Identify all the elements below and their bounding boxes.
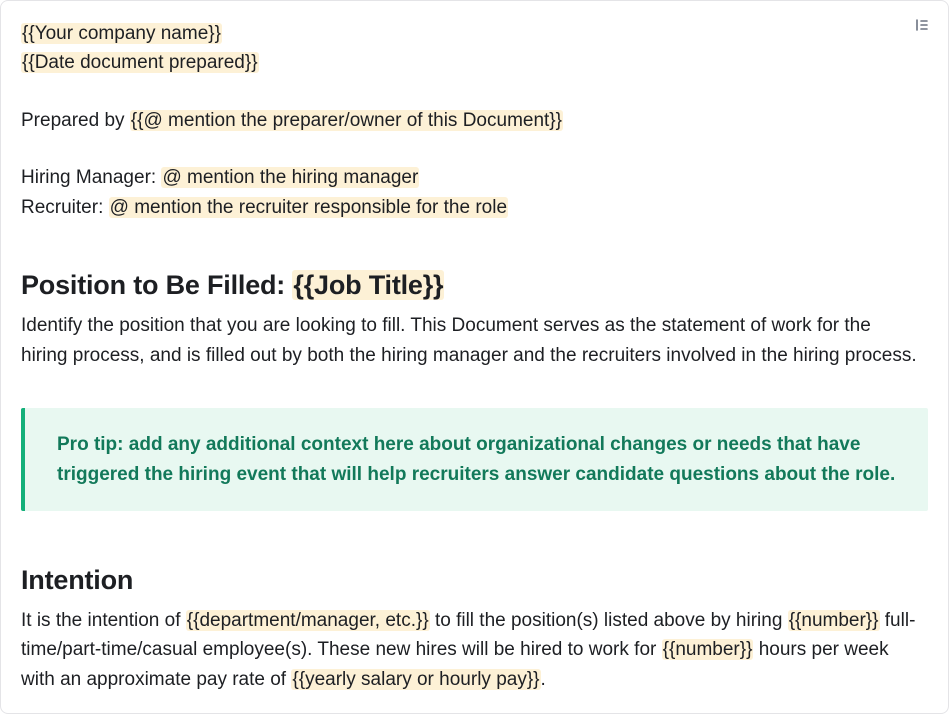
- intention-number-placeholder-1[interactable]: {{number}}: [788, 610, 880, 631]
- job-title-placeholder[interactable]: {{Job Title}}: [292, 270, 444, 300]
- company-name-line[interactable]: {{Your company name}}: [21, 19, 928, 48]
- intention-pay-placeholder[interactable]: {{yearly salary or hourly pay}}: [291, 669, 540, 690]
- pro-tip-text: Pro tip: add any additional context here…: [57, 430, 900, 489]
- recruiter-line[interactable]: Recruiter: @ mention the recruiter respo…: [21, 193, 928, 222]
- document-page: {{Your company name}} {{Date document pr…: [0, 0, 949, 714]
- hiring-manager-label: Hiring Manager:: [21, 167, 161, 188]
- prepared-by-label: Prepared by: [21, 110, 130, 131]
- company-name-placeholder[interactable]: {{Your company name}}: [21, 23, 222, 44]
- recruiter-label: Recruiter:: [21, 197, 109, 218]
- intention-text-2: to fill the position(s) listed above by …: [430, 610, 788, 631]
- position-heading[interactable]: Position to Be Filled: {{Job Title}}: [21, 270, 928, 301]
- intention-paragraph[interactable]: It is the intention of {{department/mana…: [21, 606, 921, 694]
- position-description[interactable]: Identify the position that you are looki…: [21, 311, 921, 370]
- intention-number-placeholder-2[interactable]: {{number}}: [662, 639, 754, 660]
- pro-tip-callout[interactable]: Pro tip: add any additional context here…: [21, 408, 928, 511]
- date-line[interactable]: {{Date document prepared}}: [21, 48, 928, 77]
- recruiter-placeholder[interactable]: @ mention the recruiter responsible for …: [109, 197, 508, 218]
- prepared-by-placeholder[interactable]: {{@ mention the preparer/owner of this D…: [130, 110, 563, 131]
- hiring-manager-placeholder[interactable]: @ mention the hiring manager: [161, 167, 419, 188]
- prepared-by-line[interactable]: Prepared by {{@ mention the preparer/own…: [21, 106, 928, 135]
- intention-department-placeholder[interactable]: {{department/manager, etc.}}: [186, 610, 430, 631]
- hiring-manager-line[interactable]: Hiring Manager: @ mention the hiring man…: [21, 163, 928, 192]
- position-heading-prefix: Position to Be Filled:: [21, 270, 292, 300]
- intention-heading[interactable]: Intention: [21, 565, 928, 596]
- date-placeholder[interactable]: {{Date document prepared}}: [21, 52, 259, 73]
- intention-text-1: It is the intention of: [21, 610, 186, 631]
- panel-toggle-icon[interactable]: [912, 15, 932, 35]
- intention-text-5: .: [541, 669, 546, 690]
